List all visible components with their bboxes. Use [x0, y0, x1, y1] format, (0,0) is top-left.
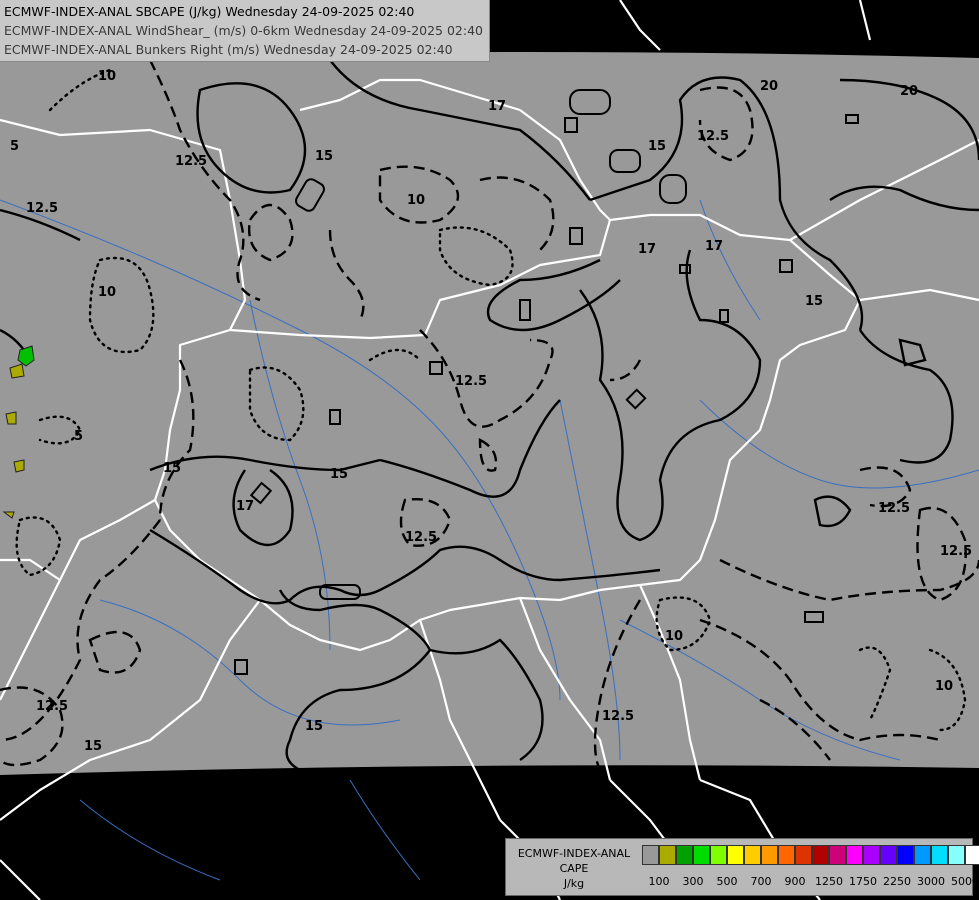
contour-label: 12.5: [602, 709, 634, 724]
contour-label: 15: [648, 139, 666, 154]
contour-label: 12.5: [36, 699, 68, 714]
contour-label: 10: [98, 69, 116, 84]
contour-label: 17: [705, 239, 723, 254]
contour-label: 5: [10, 139, 19, 154]
legend-swatch: [863, 845, 880, 865]
legend-swatches: [642, 845, 979, 865]
legend-swatch: [880, 845, 897, 865]
weather-map: 15 17 12.5 10 5 20 15 12.5 15 17 10 12.5…: [0, 0, 979, 900]
legend-tick-label: 900: [784, 875, 806, 888]
contour-label: 15: [805, 294, 823, 309]
legend-swatch: [948, 845, 965, 865]
legend-swatch: [676, 845, 693, 865]
legend-swatch: [812, 845, 829, 865]
contour-label: 15: [305, 719, 323, 734]
legend-tick-label: 5000: [951, 875, 979, 888]
legend-tick-label: 2250: [883, 875, 911, 888]
legend-swatch: [846, 845, 863, 865]
legend-tick-label: 700: [750, 875, 772, 888]
legend-ticks: 100 300 500 700 900 1250 1750 2250 3000 5000: [642, 875, 979, 889]
map-header: ECMWF-INDEX-ANAL SBCAPE (J/kg) Wednesday…: [0, 0, 490, 62]
contour-label: 17: [236, 499, 254, 514]
contour-label: 17: [638, 242, 656, 257]
legend-swatch: [897, 845, 914, 865]
legend-swatch: [914, 845, 931, 865]
legend-swatch: [710, 845, 727, 865]
contour-label: 10: [935, 679, 953, 694]
legend-title-param: CAPE: [559, 862, 589, 875]
contour-label: 17: [488, 99, 506, 114]
legend-title-source: ECMWF-INDEX-ANAL: [517, 847, 631, 860]
contour-label: 12.5: [878, 501, 910, 516]
contour-label: 15: [163, 461, 181, 476]
legend-swatch: [829, 845, 846, 865]
legend-title-unit: J/kg: [563, 877, 585, 890]
contour-label: 12.5: [405, 530, 437, 545]
contour-label: 12.5: [940, 544, 972, 559]
legend-swatch: [744, 845, 761, 865]
contour-label: 15: [330, 467, 348, 482]
legend-tick-label: 1250: [815, 875, 843, 888]
contour-label: 5: [74, 429, 83, 444]
legend-tick-label: 300: [682, 875, 704, 888]
header-line-windshear: ECMWF-INDEX-ANAL WindShear_ (m/s) 0-6km …: [4, 23, 483, 38]
contour-label: 20: [760, 79, 778, 94]
legend-swatch: [693, 845, 710, 865]
cape-legend: ECMWF-INDEX-ANAL CAPE J/kg 100 300 500 700 9…: [505, 838, 979, 896]
contour-label: 20: [900, 84, 918, 99]
legend-tick-label: 100: [648, 875, 670, 888]
contour-label: 12.5: [175, 154, 207, 169]
legend-tick-label: 1750: [849, 875, 877, 888]
contour-label: 12.5: [697, 129, 729, 144]
contour-label: 15: [315, 149, 333, 164]
legend-tick-label: 500: [716, 875, 738, 888]
header-line-sbcape: ECMWF-INDEX-ANAL SBCAPE (J/kg) Wednesday…: [4, 4, 415, 19]
legend-swatch: [761, 845, 778, 865]
header-line-bunkers: ECMWF-INDEX-ANAL Bunkers Right (m/s) Wed…: [4, 42, 453, 57]
legend-swatch: [795, 845, 812, 865]
legend-swatch: [965, 845, 979, 865]
legend-swatch: [727, 845, 744, 865]
legend-swatch: [659, 845, 676, 865]
contour-label: 12.5: [26, 201, 58, 216]
contour-label: 10: [98, 285, 116, 300]
contour-label: 10: [665, 629, 683, 644]
legend-title: ECMWF-INDEX-ANAL CAPE J/kg: [510, 846, 638, 891]
data-domain: [0, 51, 979, 775]
legend-swatch: [778, 845, 795, 865]
legend-swatch: [642, 845, 659, 865]
legend-tick-label: 3000: [917, 875, 945, 888]
contour-label: 12.5: [455, 374, 487, 389]
contour-label: 10: [407, 193, 425, 208]
legend-swatch: [931, 845, 948, 865]
contour-label: 15: [84, 739, 102, 754]
